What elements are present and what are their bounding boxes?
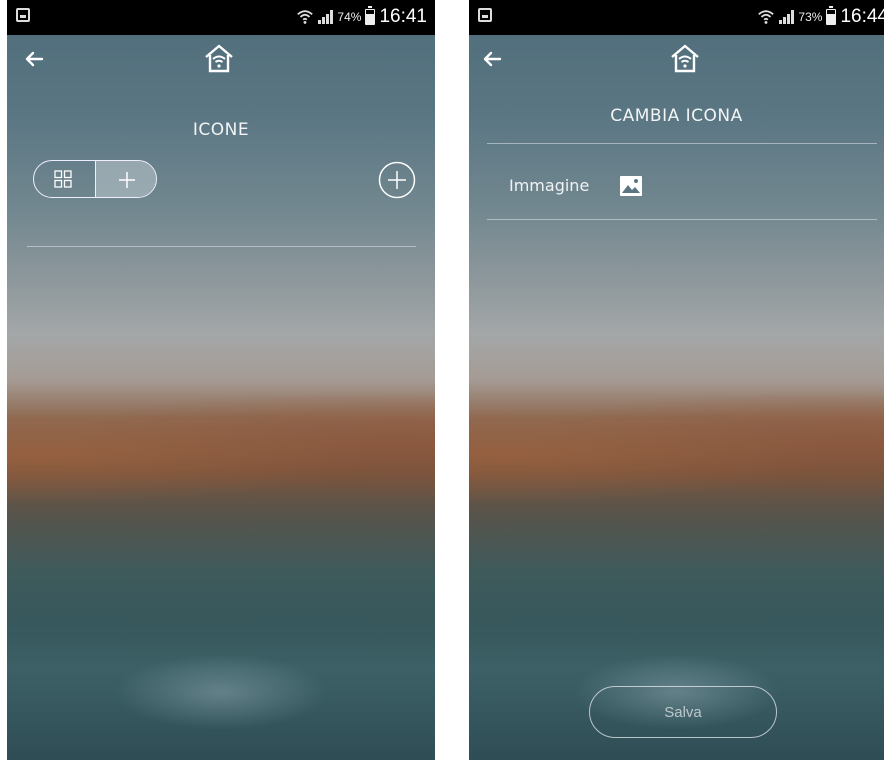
page-title: CAMBIA ICONA <box>610 106 743 126</box>
arrow-left-icon[interactable] <box>481 48 503 70</box>
clock: 16:44 <box>840 6 884 27</box>
view-toggle[interactable] <box>33 160 157 198</box>
screenshot-notification-icon <box>16 8 30 22</box>
battery-percent: 74% <box>337 10 362 24</box>
image-label: Immagine <box>509 176 590 195</box>
image-icon[interactable] <box>619 175 643 197</box>
divider-bottom <box>487 219 877 220</box>
status-right: 73% 16:44 <box>757 3 884 31</box>
arrow-left-icon[interactable] <box>23 48 45 70</box>
home-wifi-icon[interactable] <box>668 42 702 76</box>
battery-icon <box>826 6 837 25</box>
battery-percent: 73% <box>798 10 823 24</box>
add-view-tab[interactable] <box>94 161 156 197</box>
divider <box>27 246 416 247</box>
grid-icon <box>54 170 72 188</box>
screenshot-notification-icon <box>478 8 492 22</box>
page-title: ICONE <box>192 120 250 140</box>
home-wifi-icon[interactable] <box>202 42 236 76</box>
clock: 16:41 <box>379 6 427 27</box>
signal-icon <box>318 10 334 24</box>
battery-icon <box>365 6 376 25</box>
phone-screen-icons: 74% 16:41 ICONE <box>7 0 435 760</box>
save-button[interactable]: Salva <box>589 686 777 738</box>
status-bar: 73% 16:44 <box>469 0 884 35</box>
divider-top <box>487 143 877 144</box>
status-bar: 74% 16:41 <box>7 0 435 35</box>
phone-screen-change-icon: 73% 16:44 CAMBIA ICONA Immagine Salva <box>469 0 884 760</box>
status-right: 74% 16:41 <box>296 3 427 31</box>
grid-view-tab[interactable] <box>34 161 95 197</box>
blurred-background <box>7 0 435 760</box>
wifi-icon <box>758 10 775 24</box>
signal-icon <box>779 10 795 24</box>
plus-icon <box>118 172 135 188</box>
wifi-icon <box>297 10 314 24</box>
plus-circle-icon[interactable] <box>378 161 416 199</box>
